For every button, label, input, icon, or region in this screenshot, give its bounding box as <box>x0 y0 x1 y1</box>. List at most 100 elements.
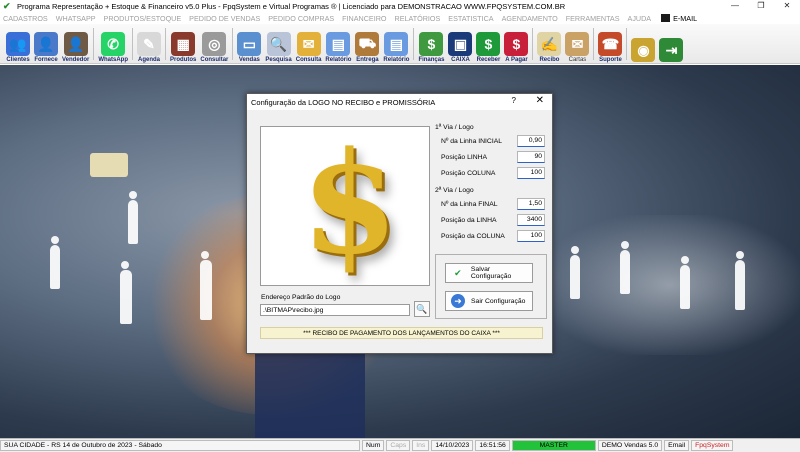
toolbar-button-label: Produtos <box>170 57 197 63</box>
help-button[interactable]: ? <box>512 96 516 105</box>
dialog-close-button[interactable]: ✕ <box>536 95 544 106</box>
first-copy-row: Posição COLUNA 100 <box>435 165 545 181</box>
restore-button[interactable]: ❐ <box>748 0 774 12</box>
toolbar-separator <box>413 28 415 60</box>
receipt-footer-banner: *** RECIBO DE PAGAMENTO DOS LANÇAMENTOS … <box>260 327 543 339</box>
menu-estatistica[interactable]: ESTATISTICA <box>448 14 493 23</box>
clients-icon: 👥 <box>6 32 30 56</box>
supplier-icon: 👤 <box>34 32 58 56</box>
menu-whatsapp[interactable]: WHATSAPP <box>56 14 96 23</box>
toolbar-button-consulta[interactable]: ✉ Consulta <box>294 25 324 63</box>
toolbar-button-suporte[interactable]: ☎ Suporte <box>596 25 624 63</box>
toolbar-button-fornece[interactable]: 👤 Fornece <box>32 25 60 63</box>
toolbar-button-label: WhatsApp <box>98 57 129 63</box>
toolbar-separator <box>93 28 95 60</box>
first-copy-title: 1ª Via / Logo <box>435 124 474 131</box>
toolbar-button-exit[interactable]: ⇥ <box>657 25 685 63</box>
final-line-input[interactable]: 1,50 <box>517 198 545 210</box>
menu-pedido-vendas[interactable]: PEDIDO DE VENDAS <box>189 14 260 23</box>
support-icon: ☎ <box>598 32 623 56</box>
toolbar-button-produtos[interactable]: ▦ Produtos <box>168 25 198 63</box>
brand-status: FpqSystem <box>691 440 734 451</box>
line-position-2-input[interactable]: 3400 <box>517 214 545 226</box>
title-bar: ✔ Programa Representação + Estoque & Fin… <box>0 0 800 12</box>
consult-icon: ◎ <box>202 32 227 56</box>
speech-bubble-decoration <box>90 153 128 177</box>
menu-produtos-estoque[interactable]: PRODUTOS/ESTOQUE <box>104 14 182 23</box>
toolbar-button-label: Agenda <box>138 57 161 63</box>
first-copy-group: 1ª Via / Logo Nº da Linha INICIAL 0,90 P… <box>435 124 545 181</box>
menu-agendamento[interactable]: AGENDAMENTO <box>502 14 558 23</box>
toolbar-button-label: Consultar <box>200 57 229 63</box>
city-date-status: SUA CIDADE - RS 14 de Outubro de 2023 - … <box>0 440 360 451</box>
toolbar-button-recibo[interactable]: ✍ Recibo <box>535 25 563 63</box>
toolbar-button-label: Finanças <box>418 57 445 63</box>
pay-icon: $ <box>504 32 529 56</box>
person-figure-icon <box>620 241 630 294</box>
toolbar-button-agenda[interactable]: ✎ Agenda <box>135 25 163 63</box>
toolbar-button-caixa[interactable]: ▣ CAIXA <box>446 25 474 63</box>
menu-cadastros[interactable]: CADASTROS <box>3 14 48 23</box>
toolbar-button-label: A Pagar <box>505 57 528 63</box>
toolbar-button-finan-as[interactable]: $ Finanças <box>416 25 446 63</box>
time-status: 16:51:56 <box>475 440 510 451</box>
close-window-button[interactable]: ✕ <box>774 0 800 12</box>
logo-preview: $ <box>260 126 430 286</box>
line-position-input[interactable]: 90 <box>517 151 545 163</box>
sales-icon: ▭ <box>237 32 262 56</box>
toolbar-button-label: Cartas <box>568 57 587 63</box>
app-logo-icon: ✔ <box>3 1 11 11</box>
delivery-icon: ⛟ <box>355 32 380 56</box>
person-figure-icon <box>120 261 132 324</box>
toolbar-button-label: Fornece <box>34 57 58 63</box>
menu-relatorios[interactable]: RELATÓRIOS <box>395 14 441 23</box>
person-figure-icon <box>735 251 745 310</box>
seller-icon: 👤 <box>63 32 88 56</box>
toolbar-button-pesquisa[interactable]: 🔍 Pesquisa <box>263 25 293 63</box>
column-position-2-input[interactable]: 100 <box>517 230 545 242</box>
toolbar-separator <box>626 28 628 60</box>
toolbar-button-vendedor[interactable]: 👤 Vendedor <box>60 25 91 63</box>
master-status: MASTER <box>511 440 596 451</box>
browse-search-button[interactable]: 🔍 <box>414 301 430 317</box>
report2-icon: ▤ <box>384 32 409 56</box>
column-position-input[interactable]: 100 <box>517 167 545 179</box>
second-copy-row: Nº da Linha FINAL 1,50 <box>435 196 545 212</box>
menu-ajuda[interactable]: AJUDA <box>628 14 652 23</box>
menu-bar: CADASTROS WHATSAPP PRODUTOS/ESTOQUE PEDI… <box>0 12 800 24</box>
menu-financeiro[interactable]: FINANCEIRO <box>342 14 386 23</box>
initial-line-input[interactable]: 0,90 <box>517 135 545 147</box>
dialog-title: Configuração da LOGO NO RECIBO e PROMISS… <box>251 97 436 107</box>
toolbar-button-clientes[interactable]: 👥 Clientes <box>4 25 32 63</box>
toolbar-button-relat-rio[interactable]: ▤ Relatório <box>381 25 411 63</box>
toolbar-separator <box>232 28 234 60</box>
menu-email[interactable]: E-MAIL <box>673 14 697 23</box>
field-label: Nº da Linha INICIAL <box>441 137 503 145</box>
toolbar-button-vendas[interactable]: ▭ Vendas <box>235 25 263 63</box>
toolbar-button-cartas[interactable]: ✉ Cartas <box>563 25 591 63</box>
insert-status: Ins <box>412 440 430 451</box>
toolbar-button-label: Clientes <box>6 57 30 63</box>
toolbar-button-label: Recibo <box>539 57 560 63</box>
toolbar-button-relat-rio[interactable]: ▤ Relatório <box>323 25 353 63</box>
menu-pedido-compras[interactable]: PEDIDO COMPRAS <box>268 14 334 23</box>
save-config-button[interactable]: ✔ Salvar Configuração <box>445 263 533 283</box>
minimize-button[interactable]: — <box>722 0 748 12</box>
toolbar-button-consultar[interactable]: ◎ Consultar <box>198 25 230 63</box>
receive-icon: $ <box>476 32 501 56</box>
toolbar-button-label: Vendas <box>238 57 260 63</box>
email-status[interactable]: Email <box>664 440 690 451</box>
second-copy-row: Posição da LINHA 3400 <box>435 212 545 228</box>
menu-ferramentas[interactable]: FERRAMENTAS <box>566 14 620 23</box>
exit-config-button[interactable]: ➜ Sair Configuração <box>445 291 533 311</box>
toolbar-button-a-pagar[interactable]: $ A Pagar <box>502 25 530 63</box>
toolbar-button-whatsapp[interactable]: ✆ WhatsApp <box>96 25 130 63</box>
logo-config-dialog: Configuração da LOGO NO RECIBO e PROMISS… <box>246 93 553 354</box>
toolbar-button-receber[interactable]: $ Receber <box>474 25 502 63</box>
whatsapp-icon: ✆ <box>101 32 126 56</box>
toolbar: 👥 Clientes 👤 Fornece 👤 Vendedor ✆ WhatsApp ✎ Agen… <box>0 24 800 64</box>
logo-address-input[interactable]: .\BITMAP\recibo.jpg <box>260 304 410 316</box>
toolbar-button-coin[interactable]: ◉ <box>629 25 657 63</box>
toolbar-button-entrega[interactable]: ⛟ Entrega <box>353 25 381 63</box>
version-status: DEMO Vendas 5.0 <box>597 440 663 451</box>
